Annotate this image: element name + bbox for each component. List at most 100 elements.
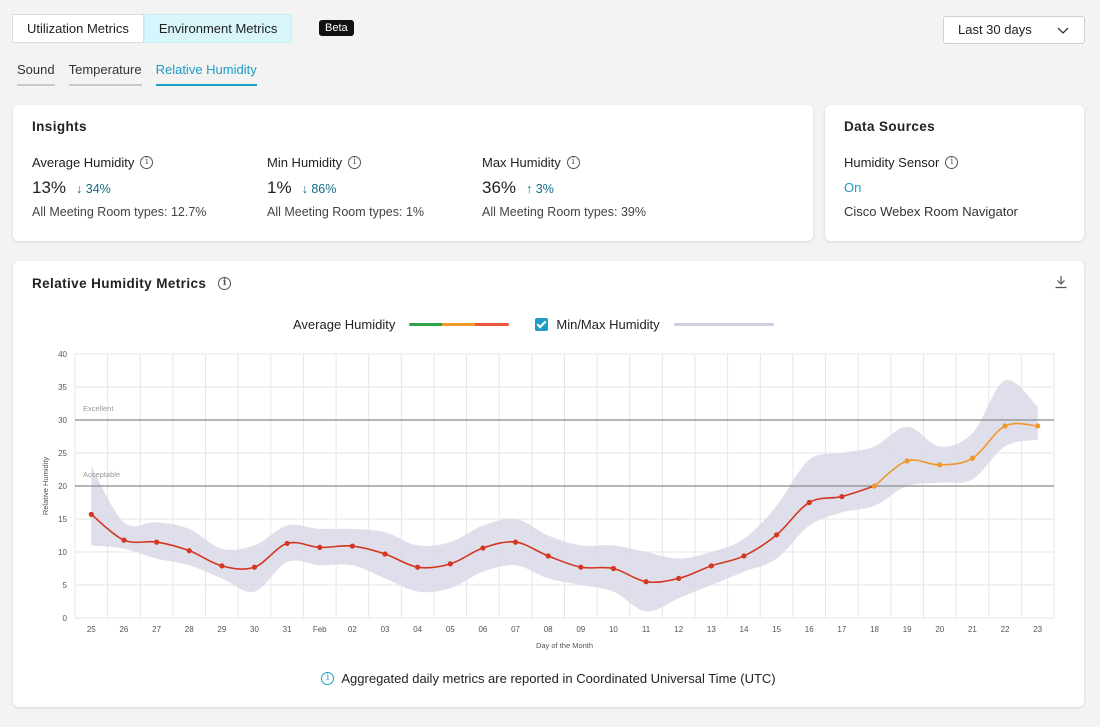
metrics-title: Relative Humidity Metrics [32, 276, 207, 291]
y-tick-label: 35 [58, 383, 67, 392]
info-icon[interactable]: i [140, 156, 154, 169]
utc-footnote: i Aggregated daily metrics are reported … [13, 671, 1084, 686]
average-point [871, 483, 878, 489]
threshold-label: Excellent [83, 404, 114, 413]
sensor-device: Cisco Webex Room Navigator [844, 204, 1018, 219]
tab-utilization-metrics[interactable]: Utilization Metrics [12, 14, 144, 43]
date-range-select[interactable]: Last 30 days [943, 16, 1085, 44]
x-tick-label: 06 [478, 625, 487, 634]
arrow-up-icon: ↑ [526, 182, 533, 196]
average-point [937, 462, 943, 468]
download-icon[interactable] [1054, 275, 1068, 289]
environment-subtabs: Sound Temperature Relative Humidity [17, 62, 257, 86]
y-tick-label: 15 [58, 515, 67, 524]
x-tick-label: 10 [609, 625, 618, 634]
x-tick-label: Feb [313, 625, 327, 634]
tab-environment-metrics[interactable]: Environment Metrics [143, 14, 293, 43]
stat-average-humidity: Average Humidity i 13% ↓ 34% All Meeting… [32, 155, 206, 219]
average-point [1002, 423, 1008, 429]
x-tick-label: 30 [250, 625, 259, 634]
average-point [284, 540, 290, 547]
average-point [382, 551, 388, 557]
legend-minmax-swatch [673, 323, 774, 326]
info-icon[interactable]: i [348, 156, 362, 169]
average-point [480, 545, 486, 551]
stat-label: Min Humidity [267, 155, 343, 170]
x-tick-label: 12 [674, 625, 683, 634]
stat-max-humidity: Max Humidity i 36% ↑ 3% All Meeting Room… [482, 155, 646, 219]
subtab-sound[interactable]: Sound [17, 62, 55, 86]
average-point [839, 493, 845, 500]
subtab-temperature[interactable]: Temperature [68, 62, 142, 86]
average-point [708, 563, 714, 569]
info-icon[interactable]: i [566, 156, 580, 169]
average-point [545, 553, 551, 559]
x-tick-label: 22 [1001, 625, 1010, 634]
threshold-label: Acceptable [83, 470, 120, 479]
insights-card: Insights Average Humidity i 13% ↓ 34% Al… [13, 105, 813, 241]
y-tick-label: 5 [63, 581, 68, 590]
x-tick-label: 14 [740, 625, 749, 634]
average-point [121, 537, 127, 543]
x-tick-label: 08 [544, 625, 553, 634]
info-icon: i [321, 672, 335, 685]
average-point [676, 575, 682, 581]
data-sources-card: Data Sources Humidity Sensor i On Cisco … [825, 105, 1084, 241]
average-point [153, 539, 160, 545]
x-tick-label: 20 [935, 625, 944, 634]
x-tick-label: 13 [707, 625, 716, 634]
x-tick-label: 04 [413, 625, 422, 634]
stat-label: Average Humidity [32, 155, 135, 170]
average-point [447, 561, 453, 567]
arrow-down-icon: ↓ [301, 182, 308, 196]
average-point [610, 565, 617, 572]
x-tick-label: 07 [511, 625, 520, 634]
humidity-metrics-card: Relative Humidity Metrics i Average Humi… [13, 261, 1084, 707]
stat-label: Max Humidity [482, 155, 561, 170]
x-tick-label: 15 [772, 625, 781, 634]
x-tick-label: 09 [576, 625, 585, 634]
subtab-relative-humidity[interactable]: Relative Humidity [155, 62, 257, 86]
average-point [578, 564, 584, 570]
x-tick-label: 02 [348, 625, 357, 634]
legend-minmax-label: Min/Max Humidity [556, 317, 660, 332]
x-tick-label: 16 [805, 625, 814, 634]
x-tick-label: 18 [870, 625, 879, 634]
info-icon[interactable]: i [218, 277, 232, 290]
y-tick-label: 25 [58, 449, 67, 458]
minmax-checkbox[interactable] [535, 318, 549, 331]
average-point [88, 511, 94, 517]
info-icon[interactable]: i [945, 156, 959, 169]
average-point [741, 553, 747, 559]
y-tick-label: 30 [58, 416, 67, 425]
chart-legend: Average Humidity Min/Max Humidity [293, 317, 774, 332]
x-tick-label: 29 [217, 625, 226, 634]
sensor-status: On [844, 180, 862, 195]
average-point [806, 499, 812, 506]
stat-min-humidity: Min Humidity i 1% ↓ 86% All Meeting Room… [267, 155, 424, 219]
average-point [904, 458, 910, 464]
y-axis-label: Relative Humidity [41, 457, 50, 516]
average-point [1035, 423, 1041, 429]
stat-delta: 3% [535, 182, 554, 196]
average-point [219, 563, 225, 569]
y-tick-label: 10 [58, 548, 67, 557]
sensor-label: Humidity Sensor [844, 155, 940, 170]
date-range-value: Last 30 days [958, 22, 1032, 37]
stat-benchmark: All Meeting Room types: 12.7% [32, 205, 207, 219]
x-tick-label: 31 [283, 625, 292, 634]
data-sources-title: Data Sources [844, 119, 936, 134]
y-tick-label: 40 [58, 350, 67, 359]
stat-benchmark: All Meeting Room types: 39% [482, 205, 646, 219]
stat-value: 1% [267, 178, 292, 197]
average-point [186, 548, 192, 554]
stat-delta: 86% [311, 182, 337, 196]
arrow-down-icon: ↓ [76, 182, 83, 196]
x-tick-label: 26 [119, 625, 128, 634]
stat-value: 13% [32, 178, 67, 197]
average-point [317, 544, 323, 550]
x-tick-label: 27 [152, 625, 161, 634]
x-tick-label: 25 [87, 625, 96, 634]
x-tick-label: 03 [381, 625, 390, 634]
humidity-chart: 0510152025303540ExcellentAcceptable25 26 2… [41, 350, 1055, 650]
